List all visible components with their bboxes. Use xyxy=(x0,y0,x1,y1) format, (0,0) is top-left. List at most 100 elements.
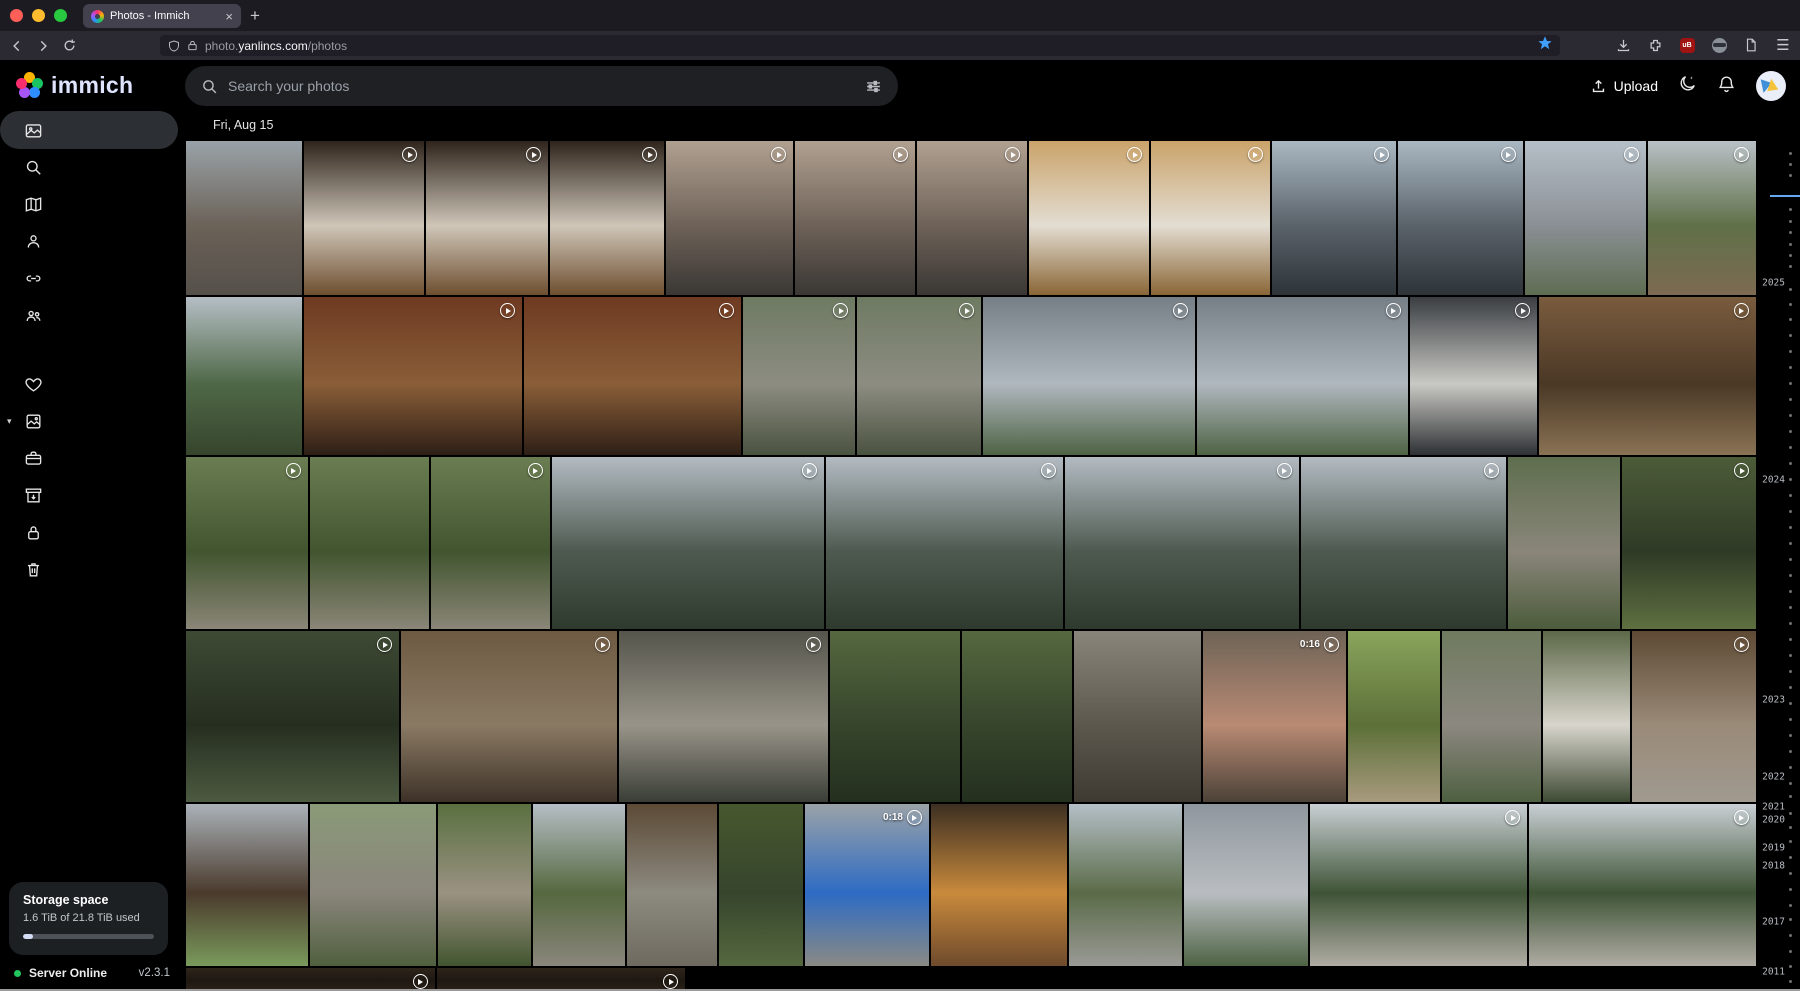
photo-thumbnail-stone-pillars[interactable] xyxy=(619,631,828,802)
photo-thumbnail-village-valley[interactable] xyxy=(1529,804,1756,966)
extension-icon[interactable] xyxy=(1644,34,1666,56)
timeline-year-2023[interactable]: 2023 xyxy=(1762,695,1785,706)
photo-thumbnail-cliff-temple[interactable] xyxy=(552,457,824,629)
sidebar-item-locked-folder[interactable] xyxy=(0,514,184,551)
upload-button[interactable]: Upload xyxy=(1590,78,1658,95)
photo-thumbnail-crosswalk-mall[interactable] xyxy=(917,141,1028,295)
photo-thumbnail-info-sign[interactable] xyxy=(1410,297,1538,455)
timeline-year-2011[interactable]: 2011 xyxy=(1762,967,1785,978)
photo-thumbnail-ceramics-shop[interactable] xyxy=(550,141,664,295)
url-bar[interactable]: photo.yanlincs.com/photos xyxy=(160,35,1560,56)
tracking-shield-icon[interactable] xyxy=(168,40,180,52)
sidebar-item-explore[interactable] xyxy=(0,149,184,186)
menu-icon[interactable]: ☰ xyxy=(1772,34,1794,56)
photo-thumbnail-ceramics-shop[interactable] xyxy=(304,141,424,295)
new-tab-button[interactable]: + xyxy=(250,4,260,28)
page-icon[interactable] xyxy=(1740,34,1762,56)
photo-thumbnail-moss-forest[interactable] xyxy=(1622,457,1756,629)
lock-icon[interactable] xyxy=(187,40,198,51)
sidebar-item-albums[interactable]: ▾ xyxy=(0,403,184,440)
photo-thumbnail-stone-stairs[interactable] xyxy=(1508,457,1620,629)
tab-close-icon[interactable]: × xyxy=(225,10,233,23)
minimize-window-button[interactable] xyxy=(32,9,45,22)
photo-thumbnail-town-street[interactable] xyxy=(1069,804,1182,966)
photo-thumbnail-soba-meal[interactable] xyxy=(524,297,741,455)
photo-thumbnail-gate-walkway[interactable] xyxy=(627,804,716,966)
theme-toggle-moon-icon[interactable] xyxy=(1678,74,1697,98)
photo-thumbnail-dark-cliff-forest[interactable] xyxy=(186,631,399,802)
photo-thumbnail-valley-view[interactable] xyxy=(983,297,1194,455)
photo-thumbnail-temple-gate-crowd[interactable] xyxy=(1632,631,1756,802)
bookmark-star-icon[interactable] xyxy=(1538,36,1552,55)
photo-thumbnail-hiker-blue-shirt[interactable]: 0:18 xyxy=(805,804,929,966)
sidebar-item-trash[interactable] xyxy=(0,551,184,588)
immich-logo[interactable]: immich xyxy=(16,72,133,99)
search-bar[interactable] xyxy=(185,66,898,106)
photo-thumbnail-stone-statues[interactable] xyxy=(743,297,855,455)
photo-thumbnail-crosswalk-mall[interactable] xyxy=(666,141,793,295)
sidebar-item-sharing[interactable] xyxy=(0,297,184,334)
photo-thumbnail-train-platform[interactable] xyxy=(1525,141,1646,295)
photo-thumbnail-wooden-slats[interactable] xyxy=(401,631,617,802)
photo-thumbnail-forest-trail[interactable] xyxy=(310,457,429,629)
sidebar-item-people[interactable] xyxy=(0,223,184,260)
timeline-year-2019[interactable]: 2019 xyxy=(1762,843,1785,854)
photo-thumbnail-ceramics-shop[interactable] xyxy=(426,141,548,295)
sidebar-item-favorites[interactable] xyxy=(0,366,184,403)
timeline-year-2017[interactable]: 2017 xyxy=(1762,917,1785,928)
download-icon[interactable] xyxy=(1612,34,1634,56)
photo-thumbnail-valley-view[interactable] xyxy=(1197,297,1408,455)
photo-thumbnail-village-valley[interactable] xyxy=(1310,804,1527,966)
timeline-year-2024[interactable]: 2024 xyxy=(1762,475,1785,486)
search-input[interactable] xyxy=(228,78,855,94)
sidebar-item-shared-links[interactable] xyxy=(0,260,184,297)
timeline-year-2020[interactable]: 2020 xyxy=(1762,815,1785,826)
photo-thumbnail-shrine-beams[interactable] xyxy=(1539,297,1756,455)
photo-thumbnail-cliff-temple[interactable] xyxy=(826,457,1063,629)
timeline-scrubber[interactable]: 2025202420232022202120202019201820172011 xyxy=(1756,111,1800,989)
timeline-year-2021[interactable]: 2021 xyxy=(1762,802,1785,813)
photo-thumbnail-stone-statues[interactable] xyxy=(857,297,981,455)
sidebar-item-utilities[interactable] xyxy=(0,440,184,477)
photo-thumbnail-city-buildings[interactable] xyxy=(1272,141,1396,295)
reload-button[interactable] xyxy=(56,35,82,57)
photo-thumbnail-wooden-interior[interactable] xyxy=(186,968,435,989)
photo-thumbnail-forest-trail[interactable] xyxy=(186,457,308,629)
zoom-window-button[interactable] xyxy=(54,9,67,22)
photo-thumbnail-tree-lined-path[interactable] xyxy=(438,804,531,966)
photo-thumbnail-table-dishes[interactable] xyxy=(1151,141,1270,295)
photo-thumbnail-cliff-temple[interactable] xyxy=(1301,457,1506,629)
photo-thumbnail-garden-gate[interactable] xyxy=(533,804,626,966)
photo-thumbnail-table-dishes[interactable] xyxy=(1029,141,1149,295)
photo-thumbnail-stone-path-walker[interactable] xyxy=(1442,631,1541,802)
photo-thumbnail-shop-stall[interactable] xyxy=(931,804,1067,966)
forward-button[interactable] xyxy=(30,35,56,57)
timeline-scrub-indicator[interactable] xyxy=(1770,195,1800,197)
user-avatar[interactable] xyxy=(1756,71,1786,101)
photo-thumbnail-green-hills[interactable] xyxy=(186,297,302,455)
photo-thumbnail-soba-meal[interactable] xyxy=(304,297,522,455)
sidebar-item-photos[interactable] xyxy=(0,111,178,149)
photo-thumbnail-rock-carvings[interactable] xyxy=(1074,631,1201,802)
photo-thumbnail-street-town[interactable] xyxy=(186,141,302,295)
photo-thumbnail-cliff-temple[interactable] xyxy=(1065,457,1299,629)
photo-thumbnail-pagoda-map-board[interactable] xyxy=(186,804,308,966)
photo-thumbnail-forest-trail[interactable] xyxy=(431,457,550,629)
photo-thumbnail-wooden-interior[interactable] xyxy=(437,968,686,989)
photo-thumbnail-city-buildings[interactable] xyxy=(1398,141,1522,295)
photo-thumbnail-crowd-video[interactable]: 0:16 xyxy=(1203,631,1346,802)
photo-thumbnail-cedar-forest[interactable] xyxy=(830,631,960,802)
photo-thumbnail-temple-steps-visitor[interactable] xyxy=(310,804,436,966)
profile-extension-icon[interactable] xyxy=(1708,34,1730,56)
chevron-down-icon[interactable]: ▾ xyxy=(7,416,12,427)
notifications-bell-icon[interactable] xyxy=(1717,74,1736,98)
timeline-year-2025[interactable]: 2025 xyxy=(1762,278,1785,289)
photo-thumbnail-sunlit-path[interactable] xyxy=(1348,631,1440,802)
photo-thumbnail-mountain-stream[interactable] xyxy=(1184,804,1308,966)
photo-thumbnail-muddy-river[interactable] xyxy=(1648,141,1756,295)
ublock-icon[interactable]: uB xyxy=(1676,34,1698,56)
photo-thumbnail-banner-path[interactable] xyxy=(1543,631,1631,802)
search-filters-icon[interactable] xyxy=(865,78,882,95)
browser-tab-photos-immich[interactable]: Photos - Immich × xyxy=(83,4,241,28)
timeline-year-2022[interactable]: 2022 xyxy=(1762,772,1785,783)
